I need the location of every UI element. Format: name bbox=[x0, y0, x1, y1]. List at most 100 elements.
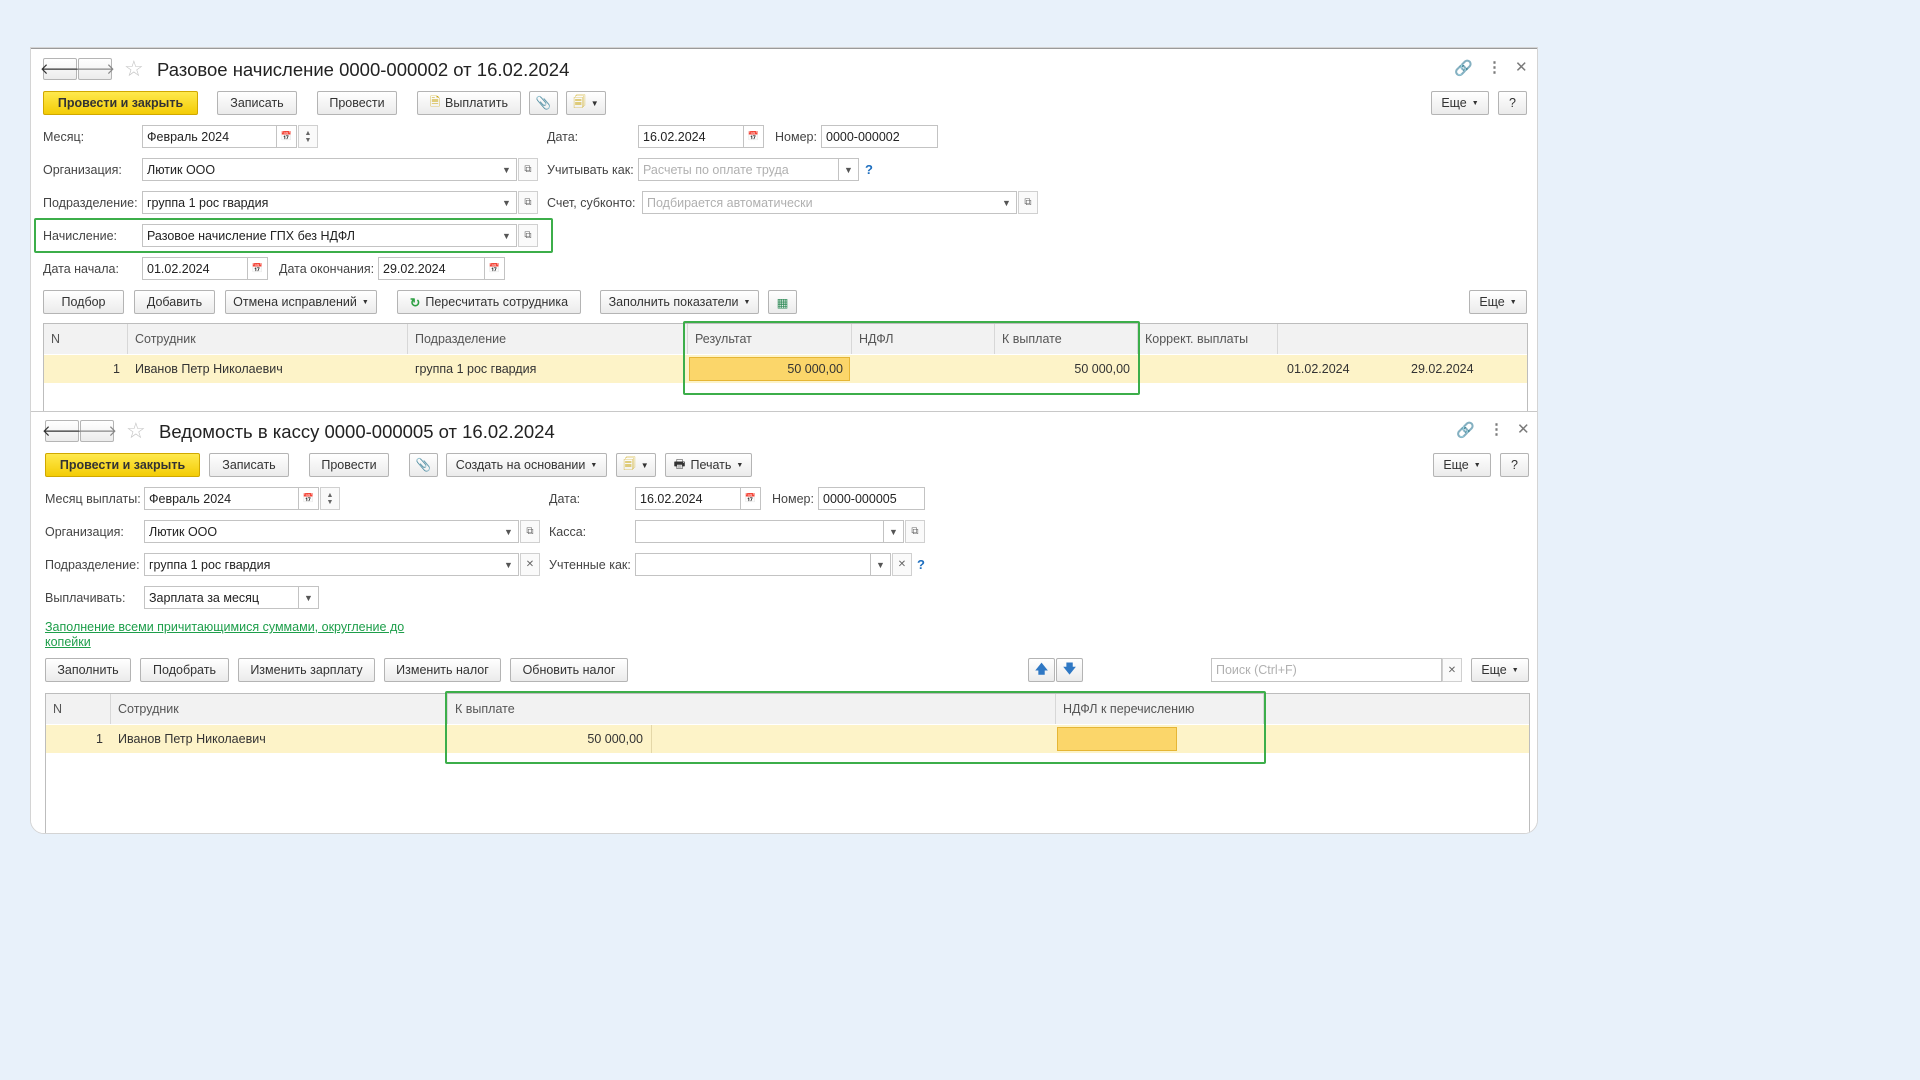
attach-button[interactable]: 📎 bbox=[409, 453, 438, 477]
menu-dots-icon[interactable]: ⋮ bbox=[1487, 60, 1502, 75]
month-label: Месяц: bbox=[43, 130, 85, 144]
change-tax-button[interactable]: Изменить налог bbox=[384, 658, 501, 682]
table-settings-button[interactable]: ▦ bbox=[768, 290, 797, 314]
change-salary-button[interactable]: Изменить зарплату bbox=[238, 658, 375, 682]
month-stepper[interactable]: ▲ ▼ bbox=[298, 125, 318, 148]
calendar-icon[interactable]: 📅 bbox=[248, 257, 268, 280]
chevron-down-icon[interactable]: ▼ bbox=[997, 191, 1017, 214]
clear-search-icon[interactable]: ✕ bbox=[1442, 658, 1462, 682]
end-date-field[interactable]: 29.02.2024 bbox=[378, 257, 485, 280]
calendar-icon[interactable]: 📅 bbox=[299, 487, 319, 510]
menu-dots-icon[interactable]: ⋮ bbox=[1489, 422, 1504, 437]
post-button[interactable]: Провести bbox=[317, 91, 397, 115]
back-button[interactable]: 🡐 bbox=[40, 58, 80, 80]
link-icon[interactable]: 🔗 bbox=[1454, 61, 1473, 76]
account-as-field[interactable]: Расчеты по оплате труда bbox=[638, 158, 839, 181]
link-icon[interactable]: 🔗 bbox=[1456, 423, 1475, 438]
month-field[interactable]: Февраль 2024 bbox=[144, 487, 299, 510]
pay-type-field[interactable]: Зарплата за месяц bbox=[144, 586, 299, 609]
month-field[interactable]: Февраль 2024 bbox=[142, 125, 277, 148]
column-header-employee[interactable]: Сотрудник bbox=[128, 324, 408, 354]
help-button[interactable]: ? bbox=[1498, 91, 1527, 115]
calendar-icon[interactable]: 📅 bbox=[744, 125, 764, 148]
column-header-correction[interactable]: Коррект. выплаты bbox=[1138, 324, 1278, 354]
add-button[interactable]: Добавить bbox=[134, 290, 215, 314]
column-header-n[interactable]: N bbox=[44, 324, 128, 354]
fill-mode-link-line2[interactable]: копейки bbox=[45, 635, 91, 649]
help-button[interactable]: ? bbox=[1500, 453, 1529, 477]
cash-field[interactable] bbox=[635, 520, 884, 543]
number-field[interactable]: 0000-000005 bbox=[818, 487, 925, 510]
help-question-icon[interactable]: ? bbox=[865, 162, 873, 177]
calendar-icon[interactable]: 📅 bbox=[485, 257, 505, 280]
counted-as-field[interactable] bbox=[635, 553, 871, 576]
clear-icon[interactable]: ✕ bbox=[892, 553, 912, 576]
fill-button[interactable]: Заполнить bbox=[45, 658, 131, 682]
chevron-down-icon[interactable]: ▼ bbox=[839, 158, 859, 181]
select-button[interactable]: Подбор bbox=[43, 290, 124, 314]
related-docs-button[interactable]: 🗐 ▼ bbox=[566, 91, 606, 115]
create-based-on-button[interactable]: Создать на основании ▼ bbox=[446, 453, 607, 477]
department-field[interactable]: группа 1 рос гвардия bbox=[144, 553, 500, 576]
open-icon[interactable]: ⧉ bbox=[1018, 191, 1038, 214]
chevron-down-icon[interactable]: ▼ bbox=[499, 553, 519, 576]
pay-button[interactable]: 🗎 Выплатить bbox=[417, 91, 521, 115]
favorite-star-icon[interactable]: ☆ bbox=[124, 58, 144, 80]
move-up-button[interactable]: 🡅 bbox=[1028, 658, 1055, 682]
more-button[interactable]: Еще ▼ bbox=[1433, 453, 1491, 477]
table-more-button[interactable]: Еще ▼ bbox=[1471, 658, 1529, 682]
close-icon[interactable]: ✕ bbox=[1515, 60, 1528, 75]
chevron-down-icon[interactable]: ▼ bbox=[497, 158, 517, 181]
open-icon[interactable]: ⧉ bbox=[518, 191, 538, 214]
start-date-field[interactable]: 01.02.2024 bbox=[142, 257, 248, 280]
help-question-icon[interactable]: ? bbox=[917, 557, 925, 572]
recalculate-button[interactable]: ↻ Пересчитать сотрудника bbox=[397, 290, 581, 314]
post-and-close-button[interactable]: Провести и закрыть bbox=[43, 91, 198, 115]
calendar-icon[interactable]: 📅 bbox=[741, 487, 761, 510]
clear-icon[interactable]: ✕ bbox=[520, 553, 540, 576]
close-icon[interactable]: ✕ bbox=[1517, 422, 1530, 437]
open-icon[interactable]: ⧉ bbox=[518, 158, 538, 181]
fill-indicators-button[interactable]: Заполнить показатели ▼ bbox=[600, 290, 759, 314]
organization-field[interactable]: Лютик ООО bbox=[144, 520, 500, 543]
chevron-down-icon[interactable]: ▼ bbox=[884, 520, 904, 543]
column-header-employee[interactable]: Сотрудник bbox=[111, 694, 448, 724]
chevron-down-icon[interactable]: ▼ bbox=[299, 586, 319, 609]
forward-button[interactable]: 🡒 bbox=[75, 58, 115, 80]
pick-button[interactable]: Подобрать bbox=[140, 658, 229, 682]
post-and-close-button[interactable]: Провести и закрыть bbox=[45, 453, 200, 477]
calendar-icon[interactable]: 📅 bbox=[277, 125, 297, 148]
month-stepper[interactable]: ▲ ▼ bbox=[320, 487, 340, 510]
department-field[interactable]: группа 1 рос гвардия bbox=[142, 191, 498, 214]
move-down-button[interactable]: 🡇 bbox=[1056, 658, 1083, 682]
fill-mode-link-line1[interactable]: Заполнение всеми причитающимися суммами,… bbox=[45, 620, 404, 634]
update-tax-button[interactable]: Обновить налог bbox=[510, 658, 628, 682]
related-docs-button[interactable]: 🗐 ▼ bbox=[616, 453, 656, 477]
forward-button[interactable]: 🡒 bbox=[77, 420, 117, 442]
back-button[interactable]: 🡐 bbox=[42, 420, 82, 442]
post-button[interactable]: Провести bbox=[309, 453, 389, 477]
search-input[interactable]: Поиск (Ctrl+F) bbox=[1211, 658, 1442, 682]
open-icon[interactable]: ⧉ bbox=[520, 520, 540, 543]
attach-button[interactable]: 📎 bbox=[529, 91, 558, 115]
chevron-down-icon[interactable]: ▼ bbox=[871, 553, 891, 576]
column-header-department[interactable]: Подразделение bbox=[408, 324, 688, 354]
favorite-star-icon[interactable]: ☆ bbox=[126, 420, 146, 442]
top-divider bbox=[31, 48, 1537, 49]
chevron-down-icon[interactable]: ▼ bbox=[497, 191, 517, 214]
fill-mode-link[interactable]: Заполнение всеми причитающимися суммами,… bbox=[45, 620, 404, 650]
save-button[interactable]: Записать bbox=[217, 91, 297, 115]
date-field[interactable]: 16.02.2024 bbox=[638, 125, 744, 148]
print-button[interactable]: 🖶 Печать ▼ bbox=[665, 453, 752, 477]
open-icon[interactable]: ⧉ bbox=[905, 520, 925, 543]
number-field[interactable]: 0000-000002 bbox=[821, 125, 938, 148]
table-more-button[interactable]: Еще ▼ bbox=[1469, 290, 1527, 314]
date-field[interactable]: 16.02.2024 bbox=[635, 487, 741, 510]
chevron-down-icon[interactable]: ▼ bbox=[499, 520, 519, 543]
account-subconto-field[interactable]: Подбирается автоматически bbox=[642, 191, 998, 214]
cancel-fixes-button[interactable]: Отмена исправлений ▼ bbox=[225, 290, 377, 314]
save-button[interactable]: Записать bbox=[209, 453, 289, 477]
more-button[interactable]: Еще ▼ bbox=[1431, 91, 1489, 115]
organization-field[interactable]: Лютик ООО bbox=[142, 158, 498, 181]
column-header-n[interactable]: N bbox=[46, 694, 111, 724]
